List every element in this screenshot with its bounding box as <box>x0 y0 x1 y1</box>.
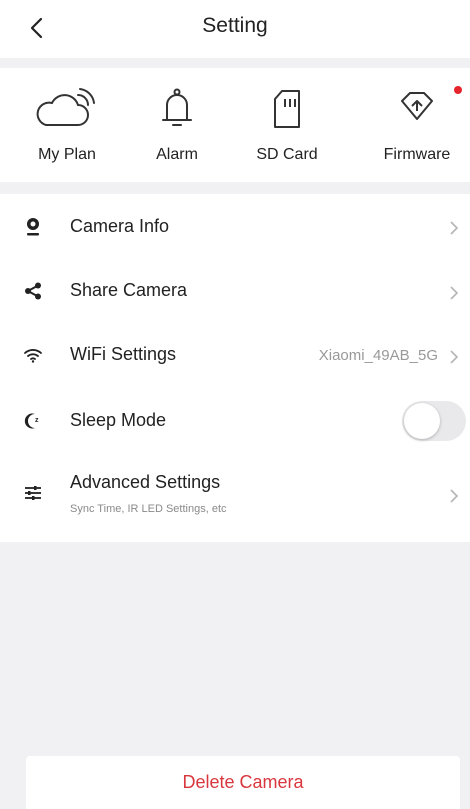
advanced-settings-row[interactable]: Advanced Settings Sync Time, IR LED Sett… <box>0 454 470 542</box>
firmware-label: Firmware <box>383 146 451 163</box>
top-bar: Setting <box>0 0 470 58</box>
bell-icon <box>162 88 192 126</box>
sd-card-label: SD Card <box>256 146 318 163</box>
chevron-right-icon <box>450 286 459 300</box>
wifi-icon <box>24 349 42 363</box>
svg-text:z: z <box>35 417 39 424</box>
alarm-label: Alarm <box>156 146 198 163</box>
moon-icon: z <box>24 413 39 429</box>
chevron-right-icon <box>450 489 459 503</box>
camera-info-row[interactable]: Camera Info <box>0 194 470 260</box>
wifi-settings-label: WiFi Settings <box>70 344 177 364</box>
advanced-settings-subtitle: Sync Time, IR LED Settings, etc <box>70 503 227 515</box>
share-camera-row[interactable]: Share Camera <box>0 260 470 324</box>
camera-info-label: Camera Info <box>70 216 170 236</box>
sleep-mode-toggle[interactable] <box>402 401 466 441</box>
alarm-button[interactable]: Alarm <box>122 68 232 182</box>
chevron-right-icon <box>450 221 459 235</box>
toggle-knob <box>404 403 440 439</box>
firmware-button[interactable]: Firmware <box>362 68 470 182</box>
share-camera-label: Share Camera <box>70 280 188 300</box>
firmware-update-badge <box>454 86 462 94</box>
wifi-network-name: Xiaomi_49AB_5G <box>318 347 438 364</box>
page-title: Setting <box>202 14 268 37</box>
webcam-icon <box>27 218 39 236</box>
advanced-settings-label: Advanced Settings <box>70 472 221 492</box>
sleep-mode-row: z Sleep Mode <box>0 388 470 454</box>
sd-card-icon <box>274 90 300 128</box>
cloud-icon <box>36 88 95 126</box>
my-plan-button[interactable]: My Plan <box>12 68 122 182</box>
chevron-right-icon <box>450 350 459 364</box>
sd-card-button[interactable]: SD Card <box>232 68 342 182</box>
share-icon <box>25 282 41 300</box>
settings-list: Camera Info Share Camera WiFi Settings X… <box>0 194 470 542</box>
sleep-mode-label: Sleep Mode <box>70 410 167 430</box>
firmware-icon <box>401 92 433 120</box>
sliders-icon <box>25 486 41 500</box>
wifi-settings-row[interactable]: WiFi Settings Xiaomi_49AB_5G <box>0 324 470 388</box>
my-plan-label: My Plan <box>38 146 96 163</box>
delete-camera-button[interactable]: Delete Camera <box>26 756 460 809</box>
quick-actions-bar: My Plan Alarm SD Card Firmware <box>0 68 470 182</box>
